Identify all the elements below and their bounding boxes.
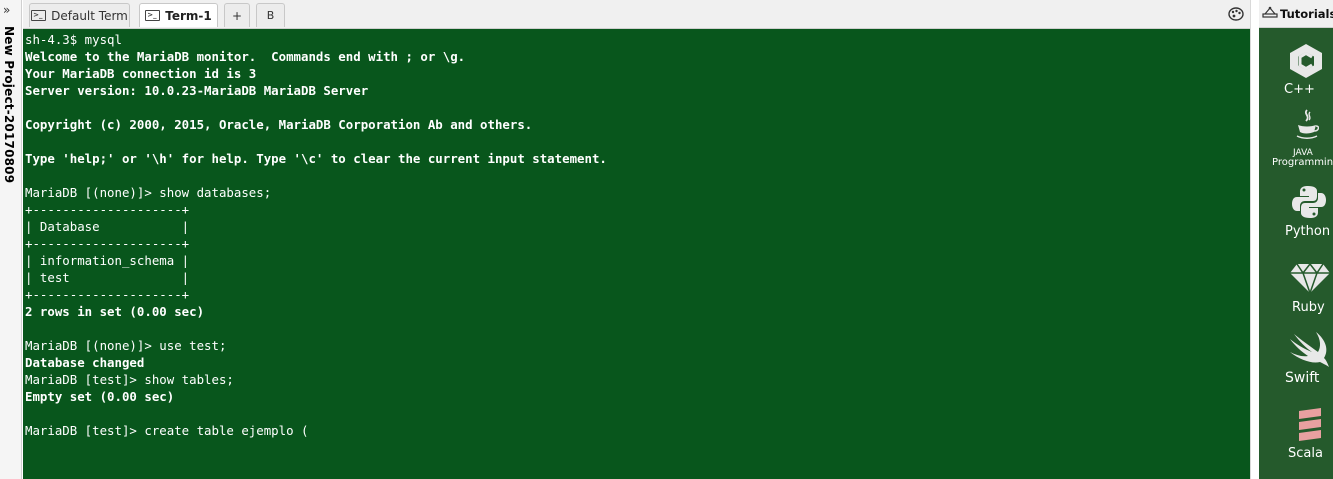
- tutorial-label: Swift: [1285, 370, 1320, 386]
- tutorial-sublabel: Programming: [1272, 157, 1333, 168]
- tab-b-button[interactable]: B: [256, 3, 285, 27]
- tutorials-panel: C++ JAVA Programming Python Ruby Swift S…: [1259, 28, 1333, 479]
- tab-label: Term-1: [165, 8, 212, 23]
- palette-icon[interactable]: [1226, 4, 1246, 24]
- terminal-line: MariaDB [test]> create table ejemplo (: [25, 423, 309, 438]
- terminal-icon: >_: [145, 10, 161, 21]
- terminal-line: Your MariaDB connection id is 3: [25, 66, 257, 81]
- tutorial-swift[interactable]: Swift: [1259, 330, 1333, 392]
- tutorial-label: C++: [1284, 82, 1315, 97]
- java-icon: [1295, 108, 1320, 148]
- terminal-line: sh-4.3$ mysql: [25, 32, 122, 47]
- scala-icon: [1297, 408, 1323, 448]
- tutorial-label: Python: [1285, 224, 1331, 239]
- terminal-line: Type 'help;' or '\h' for help. Type '\c'…: [25, 151, 607, 166]
- terminal-line: Empty set (0.00 sec): [25, 389, 175, 404]
- tutorials-label: Tutorials: [1280, 6, 1333, 21]
- python-icon: [1291, 184, 1327, 224]
- tab-default-term[interactable]: >_ Default Term: [29, 3, 130, 27]
- expand-chevron-icon[interactable]: »: [3, 4, 10, 16]
- ruby-icon: [1289, 262, 1331, 298]
- terminal-line: MariaDB [test]> show tables;: [25, 372, 234, 387]
- terminal-line: Server version: 10.0.23-MariaDB MariaDB …: [25, 83, 369, 98]
- tutorial-cpp[interactable]: C++: [1259, 38, 1333, 100]
- tutorials-header[interactable]: Tutorials: [1259, 0, 1333, 28]
- tab-b-label: B: [266, 9, 275, 22]
- tutorial-python[interactable]: Python: [1259, 184, 1333, 244]
- terminal-line: | test |: [25, 270, 190, 285]
- terminal-line: | information_schema |: [25, 253, 190, 268]
- terminal-icon: >_: [31, 10, 47, 21]
- tutorial-ruby[interactable]: Ruby: [1259, 262, 1333, 320]
- tutorial-label: Ruby: [1292, 300, 1325, 315]
- terminal-line: | Database |: [25, 219, 190, 234]
- panel-divider[interactable]: [1250, 0, 1259, 479]
- terminal-line: Welcome to the MariaDB monitor. Commands…: [25, 49, 466, 64]
- tutorials-icon: [1262, 4, 1278, 23]
- terminal-line: 2 rows in set (0.00 sec): [25, 304, 205, 319]
- tab-term-1[interactable]: >_ Term-1: [139, 3, 218, 27]
- tab-label: Default Term: [51, 8, 128, 23]
- cpp-icon: [1286, 42, 1326, 84]
- swift-icon: [1286, 330, 1330, 372]
- project-name[interactable]: New Project-20170809: [2, 26, 16, 183]
- add-tab-button[interactable]: +: [224, 3, 250, 27]
- terminal-line: Database changed: [25, 355, 145, 370]
- tutorial-scala[interactable]: Scala: [1259, 406, 1333, 468]
- terminal-line: +--------------------+: [25, 236, 190, 251]
- tab-bar: >_ Default Term >_ Term-1 + B: [23, 0, 1250, 29]
- add-tab-label: +: [231, 8, 243, 23]
- terminal-line: MariaDB [(none)]> use test;: [25, 338, 227, 353]
- tutorial-label: Scala: [1288, 446, 1323, 461]
- terminal-line: Copyright (c) 2000, 2015, Oracle, MariaD…: [25, 117, 533, 132]
- terminal-line: +--------------------+: [25, 202, 190, 217]
- terminal-line: MariaDB [(none)]> show databases;: [25, 185, 272, 200]
- terminal-line: +--------------------+: [25, 287, 190, 302]
- terminal-output[interactable]: sh-4.3$ mysql Welcome to the MariaDB moni…: [23, 29, 1250, 479]
- tutorial-java[interactable]: JAVA Programming: [1259, 108, 1333, 172]
- left-sidebar: » New Project-20170809: [0, 0, 22, 479]
